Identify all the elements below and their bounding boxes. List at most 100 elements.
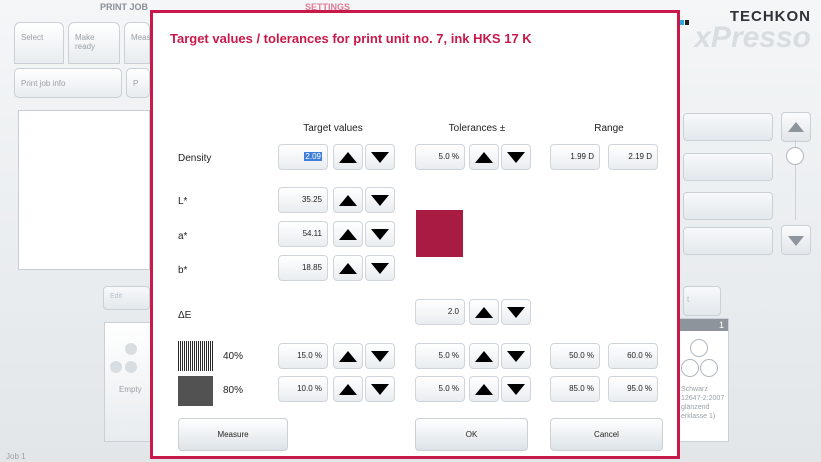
empty-slot-card: Empty: [104, 322, 154, 442]
l-star-label: L*: [178, 196, 188, 207]
edit-button[interactable]: Edit: [103, 286, 150, 310]
screen-40-tolerance-decrease-button[interactable]: [501, 343, 531, 369]
tab-select[interactable]: Select: [14, 22, 64, 64]
a-star-input[interactable]: 54.11: [278, 221, 328, 247]
right-field-1: [683, 113, 773, 141]
arrow-up-icon: [339, 195, 357, 206]
arrow-up-icon: [339, 351, 357, 362]
ok-button[interactable]: OK: [415, 418, 528, 451]
column-header-tolerances: Tolerances ±: [448, 123, 506, 134]
ink-circle: [690, 339, 708, 357]
arrow-down-icon: [788, 236, 804, 246]
density-target-value: 2.09: [304, 152, 322, 161]
arrow-down-icon: [371, 263, 389, 274]
b-star-decrease-button[interactable]: [365, 255, 395, 281]
screen-40-range-max: 60.0 %: [608, 343, 658, 369]
screen-40-pattern: [178, 341, 213, 371]
screen-40-tolerance-increase-button[interactable]: [469, 343, 499, 369]
slot-dot: [125, 343, 137, 355]
dialog-title: Target values / tolerances for print uni…: [170, 31, 532, 46]
a-star-increase-button[interactable]: [333, 221, 363, 247]
arrow-down-icon: [507, 384, 525, 395]
target-values-dialog: Target values / tolerances for print uni…: [150, 10, 680, 459]
screen-80-tolerance-decrease-button[interactable]: [501, 376, 531, 402]
l-star-input[interactable]: 35.25: [278, 187, 328, 213]
ink-card: 1 Schwarz 12647-2:2007 glänzend erklasse…: [677, 318, 729, 442]
ink-card-text: Schwarz 12647-2:2007 glänzend erklasse 1…: [681, 385, 724, 421]
screen-80-range-min: 85.0 %: [550, 376, 600, 402]
screen-40-target-decrease-button[interactable]: [365, 343, 395, 369]
scroll-up-button[interactable]: [781, 112, 811, 142]
screen-80-label: 80%: [223, 385, 244, 396]
screen-80-target-decrease-button[interactable]: [365, 376, 395, 402]
ink-name: Schwarz: [681, 386, 708, 393]
screen-80-target-increase-button[interactable]: [333, 376, 363, 402]
scroll-down-button[interactable]: [781, 225, 811, 255]
arrow-up-icon: [339, 229, 357, 240]
right-field-4: [683, 227, 773, 255]
right-action-button[interactable]: t: [683, 286, 721, 316]
tab-measure[interactable]: Meas: [124, 22, 151, 64]
tab-make-ready[interactable]: Make ready: [68, 22, 120, 64]
arrow-up-icon: [339, 152, 357, 163]
density-target-decrease-button[interactable]: [365, 144, 395, 170]
density-label: Density: [178, 153, 212, 164]
arrow-up-icon: [475, 152, 493, 163]
column-header-target: Target values: [303, 123, 363, 134]
measure-button[interactable]: Measure: [178, 418, 288, 451]
ink-card-number: 1: [678, 319, 728, 331]
slot-dot: [110, 361, 122, 373]
techkon-logo: TECHKON xPresso: [670, 8, 811, 53]
right-field-3: [683, 192, 773, 220]
ink-circle: [700, 359, 718, 377]
screen-80-tolerance-increase-button[interactable]: [469, 376, 499, 402]
a-star-label: a*: [178, 231, 188, 242]
density-tolerance-increase-button[interactable]: [469, 144, 499, 170]
b-star-label: b*: [178, 265, 188, 276]
screen-40-tolerance-input[interactable]: 5.0 %: [415, 343, 465, 369]
color-swatch: [416, 210, 463, 257]
density-target-input[interactable]: 2.09: [278, 144, 328, 170]
screen-40-range-min: 50.0 %: [550, 343, 600, 369]
b-star-input[interactable]: 18.85: [278, 255, 328, 281]
density-tolerance-input[interactable]: 5.0 %: [415, 144, 465, 170]
footer-job-label: Job 1: [6, 452, 26, 461]
density-target-increase-button[interactable]: [333, 144, 363, 170]
delta-e-label: ΔE: [178, 310, 192, 321]
column-header-range: Range: [594, 123, 624, 134]
screen-40-target-input[interactable]: 15.0 %: [278, 343, 328, 369]
arrow-down-icon: [507, 307, 525, 318]
arrow-up-icon: [339, 384, 357, 395]
delta-e-decrease-button[interactable]: [501, 299, 531, 325]
empty-label: Empty: [119, 385, 142, 394]
subtab-print-job-info[interactable]: Print job info: [14, 68, 122, 98]
a-star-decrease-button[interactable]: [365, 221, 395, 247]
density-tolerance-decrease-button[interactable]: [501, 144, 531, 170]
slot-dot: [125, 361, 137, 373]
l-star-decrease-button[interactable]: [365, 187, 395, 213]
ink-circle: [681, 359, 699, 377]
cancel-button[interactable]: Cancel: [550, 418, 663, 451]
l-star-increase-button[interactable]: [333, 187, 363, 213]
ink-standard: 12647-2:2007: [681, 395, 725, 402]
screen-80-target-input[interactable]: 10.0 %: [278, 376, 328, 402]
b-star-increase-button[interactable]: [333, 255, 363, 281]
screen-40-target-increase-button[interactable]: [333, 343, 363, 369]
delta-e-increase-button[interactable]: [469, 299, 499, 325]
screen-80-tolerance-input[interactable]: 5.0 %: [415, 376, 465, 402]
density-range-max: 2.19 D: [608, 144, 658, 170]
ink-class: erklasse 1): [681, 413, 716, 420]
delta-e-tolerance-input[interactable]: 2.0: [415, 299, 465, 325]
arrow-up-icon: [339, 263, 357, 274]
arrow-up-icon: [475, 351, 493, 362]
scroll-thumb[interactable]: [786, 147, 804, 165]
screen-80-range-max: 95.0 %: [608, 376, 658, 402]
arrow-up-icon: [475, 307, 493, 318]
arrow-up-icon: [475, 384, 493, 395]
arrow-down-icon: [371, 351, 389, 362]
subtab-p[interactable]: P: [126, 68, 150, 98]
section-print-job: PRINT JOB: [100, 2, 149, 12]
screen-40-label: 40%: [223, 351, 244, 362]
arrow-down-icon: [371, 195, 389, 206]
arrow-down-icon: [371, 152, 389, 163]
